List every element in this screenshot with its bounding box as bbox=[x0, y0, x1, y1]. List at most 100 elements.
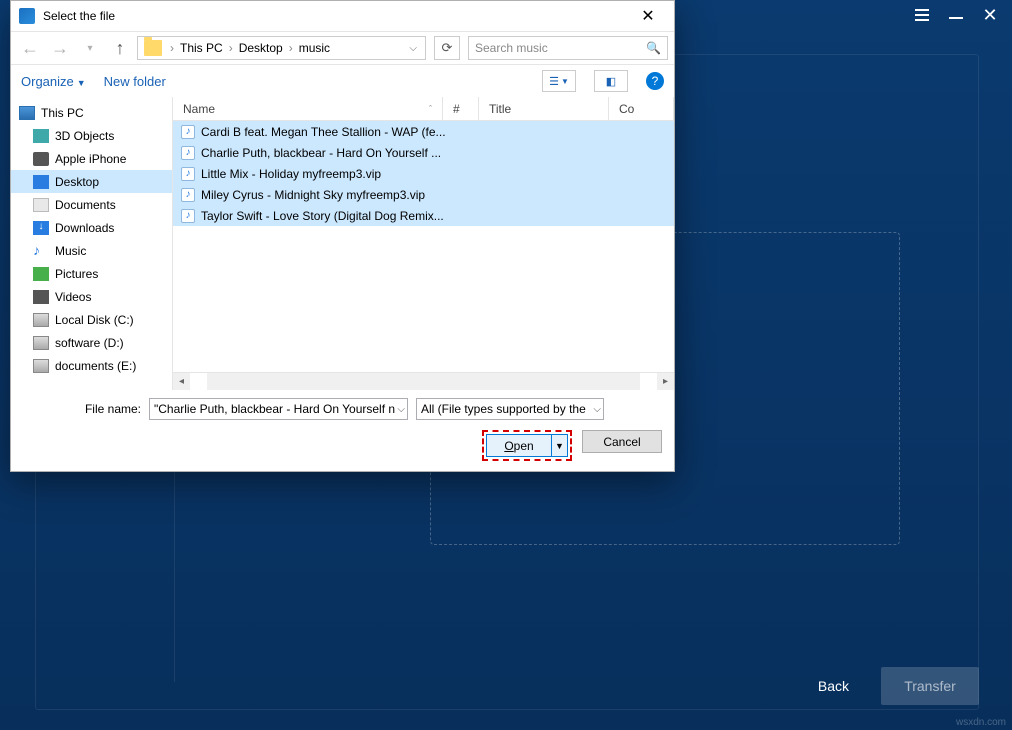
scroll-right-icon[interactable]: ▸ bbox=[657, 373, 674, 390]
column-title[interactable]: Title bbox=[479, 97, 609, 120]
music-file-icon: ♪ bbox=[181, 188, 195, 202]
help-button[interactable]: ? bbox=[646, 72, 664, 90]
preview-pane-button[interactable]: ◧ bbox=[594, 70, 628, 92]
cancel-button[interactable]: Cancel bbox=[582, 430, 662, 453]
column-co[interactable]: Co bbox=[609, 97, 674, 120]
tree-item[interactable]: This PC bbox=[11, 101, 172, 124]
filename-label: File name: bbox=[21, 402, 141, 416]
dialog-title: Select the file bbox=[43, 9, 630, 23]
dialog-nav-bar: ← → ▾ ↑ › This PC › Desktop › music ⌵ ⟳ … bbox=[11, 31, 674, 65]
tree-item-label: Desktop bbox=[55, 175, 99, 189]
filename-dropdown-icon[interactable]: ⌵ bbox=[397, 404, 405, 415]
file-list-area: Nameˆ # Title Co ♪ Cardi B feat. Megan Th… bbox=[173, 97, 674, 390]
disk-icon bbox=[33, 313, 49, 327]
tree-item-label: Documents bbox=[55, 198, 116, 212]
app-close-icon[interactable]: ✕ bbox=[982, 7, 998, 23]
breadcrumb-dropdown-icon[interactable]: ⌵ bbox=[405, 43, 421, 54]
pic-icon bbox=[33, 267, 49, 281]
tree-item[interactable]: Pictures bbox=[11, 262, 172, 285]
nav-back-icon[interactable]: ← bbox=[17, 35, 43, 61]
tree-item-label: Downloads bbox=[55, 221, 114, 235]
folder-icon bbox=[144, 40, 162, 56]
horizontal-scrollbar[interactable]: ◂ ▸ bbox=[173, 372, 674, 390]
file-name: Charlie Puth, blackbear - Hard On Yourse… bbox=[201, 146, 441, 160]
folder-tree[interactable]: This PC 3D Objects Apple iPhone Desktop Docu… bbox=[11, 97, 173, 390]
minimize-icon[interactable] bbox=[948, 7, 964, 23]
column-number[interactable]: # bbox=[443, 97, 479, 120]
scroll-track[interactable] bbox=[207, 373, 640, 390]
scroll-left-icon[interactable]: ◂ bbox=[173, 373, 190, 390]
column-header-row: Nameˆ # Title Co bbox=[173, 97, 674, 121]
music-file-icon: ♪ bbox=[181, 125, 195, 139]
crumb-desktop[interactable]: Desktop bbox=[235, 41, 287, 55]
filename-input[interactable]: "Charlie Puth, blackbear - Hard On Yours… bbox=[149, 398, 408, 420]
phone-icon bbox=[33, 152, 49, 166]
tree-item[interactable]: Documents bbox=[11, 193, 172, 216]
music-icon: ♪ bbox=[33, 244, 49, 258]
back-button[interactable]: Back bbox=[800, 668, 867, 704]
tree-item[interactable]: 3D Objects bbox=[11, 124, 172, 147]
tree-item-label: Pictures bbox=[55, 267, 98, 281]
file-row[interactable]: ♪Miley Cyrus - Midnight Sky myfreemp3.vi… bbox=[173, 184, 674, 205]
column-name[interactable]: Nameˆ bbox=[173, 97, 443, 120]
file-row[interactable]: ♪ Charlie Puth, blackbear - Hard On Yours… bbox=[173, 142, 674, 163]
crumb-this-pc[interactable]: This PC bbox=[176, 41, 227, 55]
new-folder-button[interactable]: New folder bbox=[104, 74, 166, 89]
breadcrumb[interactable]: › This PC › Desktop › music ⌵ bbox=[137, 36, 426, 60]
nav-recent-dropdown[interactable]: ▾ bbox=[77, 35, 103, 61]
vid-icon bbox=[33, 290, 49, 304]
search-input[interactable]: Search music 🔍 bbox=[468, 36, 668, 60]
tree-item-label: This PC bbox=[41, 106, 84, 120]
tree-item[interactable]: Apple iPhone bbox=[11, 147, 172, 170]
filetype-select[interactable]: All (File types supported by the ⌵ bbox=[416, 398, 604, 420]
down-icon: ↓ bbox=[33, 221, 49, 235]
tree-item[interactable]: Local Disk (C:) bbox=[11, 308, 172, 331]
dialog-close-button[interactable]: ✕ bbox=[630, 2, 666, 30]
music-file-icon: ♪ bbox=[181, 167, 195, 181]
list-view-icon[interactable] bbox=[914, 7, 930, 23]
file-row[interactable]: ♪ Taylor Swift - Love Story (Digital Dog … bbox=[173, 205, 674, 226]
tree-item-label: documents (E:) bbox=[55, 359, 136, 373]
nav-forward-icon[interactable]: → bbox=[47, 35, 73, 61]
tree-item[interactable]: documents (E:) bbox=[11, 354, 172, 377]
open-button[interactable]: Open ▼ bbox=[486, 434, 568, 457]
open-button-highlight: Open ▼ bbox=[482, 430, 572, 461]
tree-item[interactable]: Desktop bbox=[11, 170, 172, 193]
search-placeholder: Search music bbox=[475, 41, 548, 55]
3d-icon bbox=[33, 129, 49, 143]
search-icon: 🔍 bbox=[646, 41, 661, 55]
app-titlebar: ✕ bbox=[900, 0, 1012, 30]
tree-item-label: software (D:) bbox=[55, 336, 124, 350]
filename-value: "Charlie Puth, blackbear - Hard On Yours… bbox=[154, 402, 395, 416]
crumb-music[interactable]: music bbox=[295, 41, 334, 55]
file-row[interactable]: ♪ Cardi B feat. Megan Thee Stallion - WAP… bbox=[173, 121, 674, 142]
tree-item[interactable]: Videos bbox=[11, 285, 172, 308]
file-open-dialog: Select the file ✕ ← → ▾ ↑ › This PC › De… bbox=[10, 0, 675, 472]
tree-item-label: Local Disk (C:) bbox=[55, 313, 134, 327]
tree-item-label: Apple iPhone bbox=[55, 152, 126, 166]
dialog-titlebar: Select the file ✕ bbox=[11, 1, 674, 31]
doc-icon bbox=[33, 198, 49, 212]
file-list[interactable]: ♪ Cardi B feat. Megan Thee Stallion - WAP… bbox=[173, 121, 674, 372]
file-name: Taylor Swift - Love Story (Digital Dog R… bbox=[201, 209, 444, 223]
view-mode-button[interactable]: ☰▼ bbox=[542, 70, 576, 92]
nav-up-icon[interactable]: ↑ bbox=[107, 35, 133, 61]
pc-icon bbox=[19, 106, 35, 120]
dialog-footer: File name: "Charlie Puth, blackbear - Ha… bbox=[11, 390, 674, 471]
transfer-button[interactable]: Transfer bbox=[881, 667, 979, 705]
file-row[interactable]: ♪Little Mix - Holiday myfreemp3.vip bbox=[173, 163, 674, 184]
music-file-icon: ♪ bbox=[181, 146, 195, 160]
organize-menu[interactable]: Organize▼ bbox=[21, 74, 86, 89]
refresh-button[interactable]: ⟳ bbox=[434, 36, 460, 60]
disk-icon bbox=[33, 359, 49, 373]
tree-item-label: Music bbox=[55, 244, 86, 258]
open-dropdown-icon[interactable]: ▼ bbox=[551, 435, 567, 456]
tree-item[interactable]: software (D:) bbox=[11, 331, 172, 354]
file-name: Cardi B feat. Megan Thee Stallion - WAP … bbox=[201, 125, 446, 139]
tree-item[interactable]: ♪ Music bbox=[11, 239, 172, 262]
tree-item[interactable]: ↓ Downloads bbox=[11, 216, 172, 239]
filetype-dropdown-icon[interactable]: ⌵ bbox=[593, 404, 601, 415]
music-file-icon: ♪ bbox=[181, 209, 195, 223]
dialog-toolbar: Organize▼ New folder ☰▼ ◧ ? bbox=[11, 65, 674, 97]
dialog-app-icon bbox=[19, 8, 35, 24]
